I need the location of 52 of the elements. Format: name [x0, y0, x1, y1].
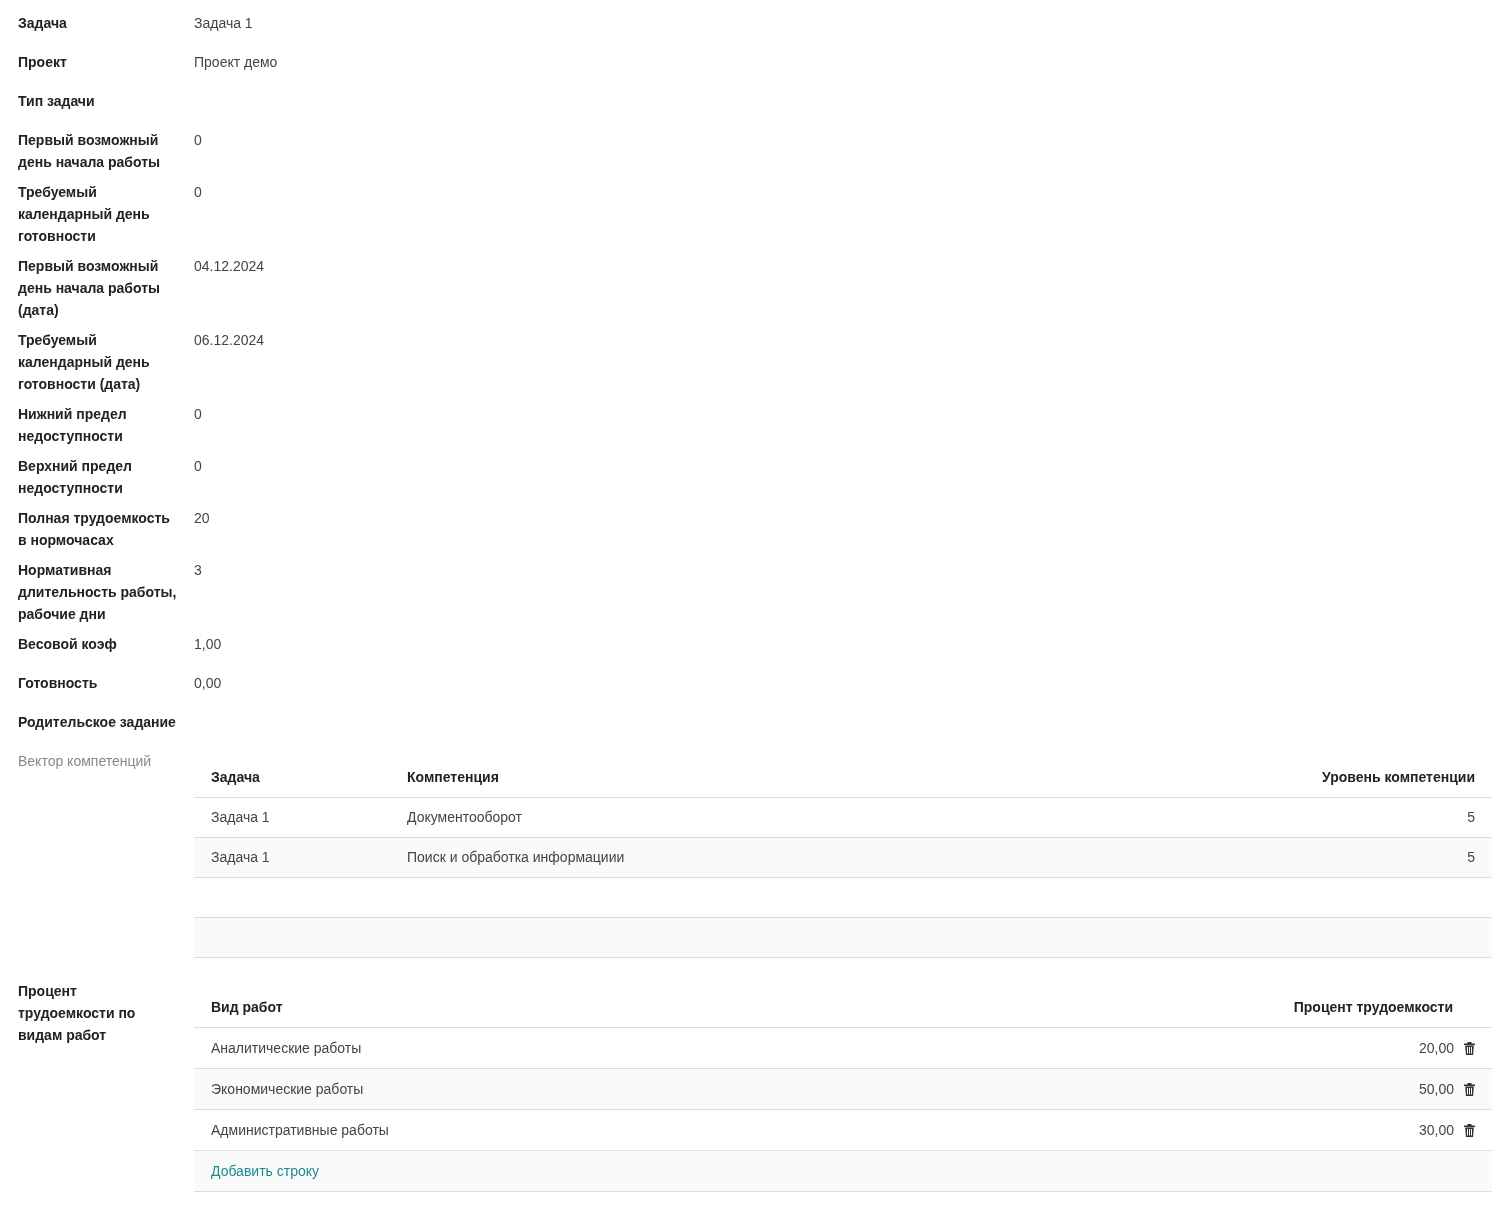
table-cell-text: Задача 1 [211, 848, 271, 867]
field-label: Родительское задание [18, 713, 177, 732]
column-header: Компетенция [407, 768, 500, 787]
table-cell-text: 5 [1467, 808, 1475, 827]
table-cell-text: 50,00 [1418, 1079, 1454, 1099]
column-header: Процент трудоемкости [1293, 998, 1453, 1017]
field-label: Полная трудоемкость в нормочасах [18, 509, 171, 550]
column-header: Задача [211, 768, 261, 787]
table-cell-text: Аналитические работы [211, 1038, 363, 1058]
field-label: Тип задачи [18, 92, 96, 111]
field-label: Требуемый календарный день готовности [18, 183, 151, 246]
field-value: 1,00 [194, 635, 222, 654]
table-cell-text: Задача 1 [211, 808, 271, 827]
field-label: Проект [18, 53, 68, 72]
table-cell-text: Поиск и обработка информациии [407, 848, 626, 867]
field-label: Верхний предел недоступности [18, 457, 133, 498]
field-label: Нормативная длительность работы, рабочие дни [18, 561, 178, 624]
column-header: Уровень компетенции [1322, 768, 1475, 787]
trash-icon [1463, 1082, 1475, 1096]
field-label: Первый возможный день начала работы [18, 131, 161, 172]
table-cell-text: 30,00 [1418, 1120, 1454, 1140]
field-value: Задача 1 [194, 14, 253, 33]
field-label: Весовой коэф [18, 635, 118, 654]
section-label: Вектор компетенций [18, 752, 153, 771]
field-value: 20 [194, 509, 210, 528]
delete-button[interactable] [1462, 1082, 1476, 1096]
delete-button[interactable] [1462, 1123, 1476, 1137]
field-label: Задача [18, 14, 68, 33]
table-cell-text: 5 [1467, 848, 1475, 867]
field-value: 0 [194, 457, 202, 476]
trash-icon [1463, 1041, 1475, 1055]
field-label: Нижний предел недоступности [18, 405, 128, 446]
add-row-link[interactable]: Добавить строку [211, 1160, 320, 1182]
field-value: 06.12.2024 [194, 331, 265, 350]
table-cell-text: Документооборот [407, 808, 523, 827]
field-value: 0,00 [194, 674, 222, 693]
delete-button[interactable] [1462, 1041, 1476, 1055]
field-value: 3 [194, 561, 202, 580]
field-value: 0 [194, 183, 202, 202]
field-value: 0 [194, 405, 202, 424]
table-cell-text: Административные работы [211, 1120, 390, 1140]
field-value: Проект демо [194, 53, 278, 72]
field-value: 04.12.2024 [194, 257, 265, 276]
field-label: Готовность [18, 674, 99, 693]
field-label: Первый возможный день начала работы (дата) [18, 257, 161, 320]
table-cell-text: 20,00 [1418, 1038, 1454, 1058]
column-header: Вид работ [211, 998, 284, 1017]
field-label: Требуемый календарный день готовности (дата) [18, 331, 151, 394]
field-value: 0 [194, 131, 202, 150]
section-label: Процент трудоемкости по видам работ [18, 982, 137, 1045]
table-cell-text: Экономические работы [211, 1079, 365, 1099]
trash-icon [1463, 1123, 1475, 1137]
